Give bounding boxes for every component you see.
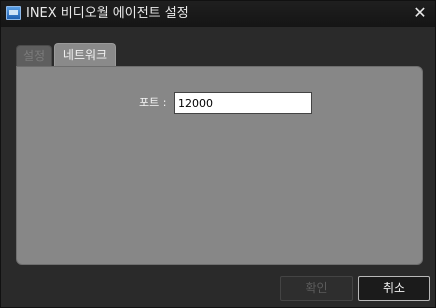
cancel-button[interactable]: 취소 [358,276,430,301]
settings-dialog: INEX 비디오월 에이전트 설정 ✕ 설정 네트워크 포트 : 확인 취소 [0,0,436,308]
ok-button[interactable]: 확인 [280,276,353,301]
window-title: INEX 비디오월 에이전트 설정 [26,6,189,21]
port-label: 포트 : [139,96,167,109]
close-icon[interactable]: ✕ [411,4,429,22]
tab-settings[interactable]: 설정 [16,45,52,67]
port-input[interactable] [174,92,312,114]
title-bar[interactable]: INEX 비디오월 에이전트 설정 ✕ [1,1,435,27]
tab-network[interactable]: 네트워크 [54,43,116,67]
monitor-icon [6,6,21,20]
